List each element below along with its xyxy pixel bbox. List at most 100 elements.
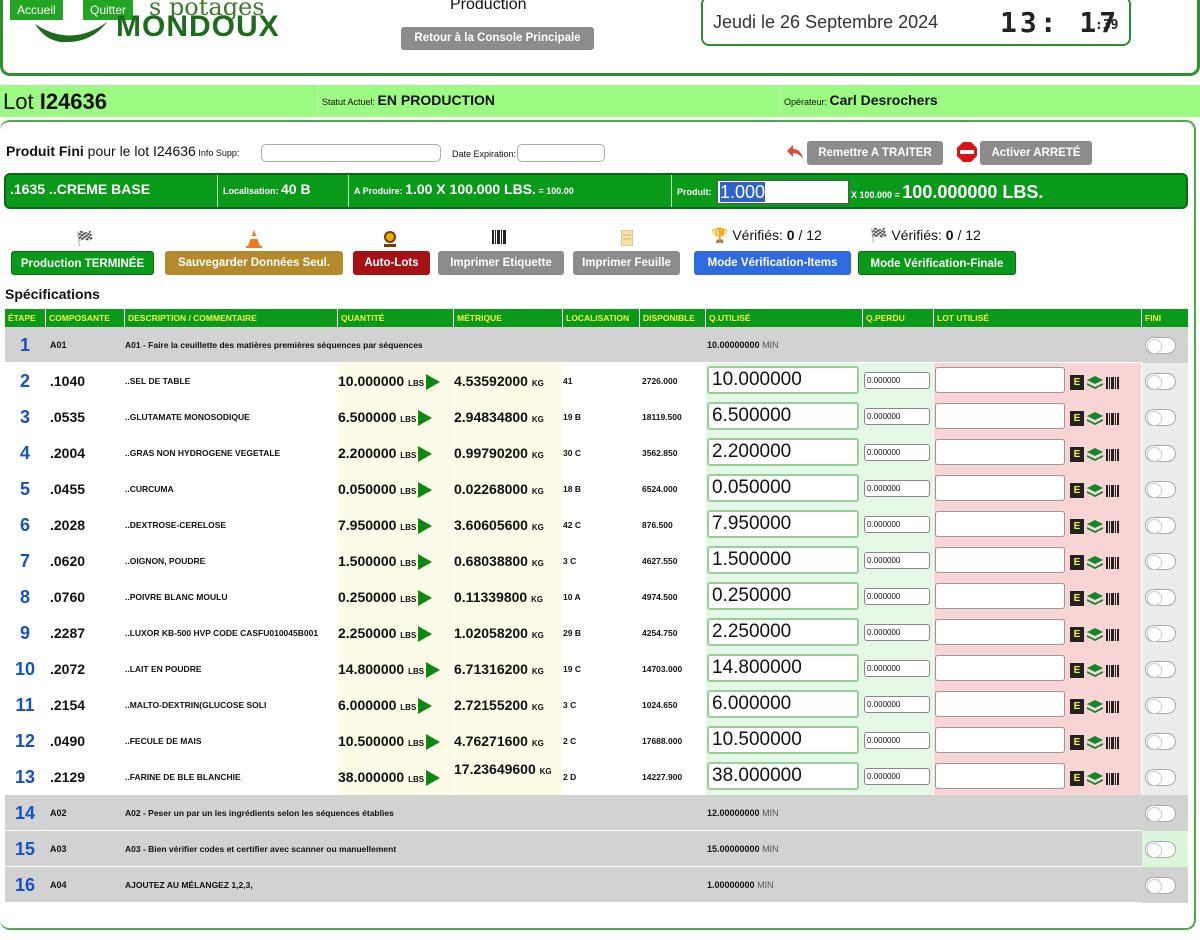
mode-verification-items-button[interactable]: Mode Vérification-Items xyxy=(694,251,851,275)
lot-edit-icon[interactable]: E xyxy=(1070,555,1084,570)
q-utilise-input[interactable]: 14.800000 xyxy=(707,654,859,682)
fini-toggle[interactable] xyxy=(1145,733,1176,750)
q-perdu-input[interactable]: 0.000000 xyxy=(864,480,930,497)
fini-toggle[interactable] xyxy=(1145,553,1176,570)
fini-toggle[interactable] xyxy=(1145,805,1176,822)
fini-toggle[interactable] xyxy=(1145,481,1176,498)
q-perdu-input[interactable]: 0.000000 xyxy=(864,660,930,677)
barcode-icon[interactable] xyxy=(1106,412,1120,425)
q-utilise-input[interactable]: 2.200000 xyxy=(707,438,859,466)
lot-utilise-input[interactable] xyxy=(935,691,1065,717)
lot-utilise-input[interactable] xyxy=(935,727,1065,753)
fini-toggle[interactable] xyxy=(1145,877,1176,894)
lot-edit-icon[interactable]: E xyxy=(1070,771,1084,786)
lot-edit-icon[interactable]: E xyxy=(1070,375,1084,390)
barcode-icon[interactable] xyxy=(1106,664,1120,677)
q-perdu-input[interactable]: 0.000000 xyxy=(864,768,930,785)
lot-edit-icon[interactable]: E xyxy=(1070,519,1084,534)
barcode-icon[interactable] xyxy=(1106,520,1120,533)
layers-icon[interactable] xyxy=(1087,771,1103,786)
barcode-icon[interactable] xyxy=(1106,592,1120,605)
lot-edit-icon[interactable]: E xyxy=(1070,735,1084,750)
fini-toggle[interactable] xyxy=(1145,409,1176,426)
sauvegarder-button[interactable]: Sauvegarder Données Seul. xyxy=(165,251,343,275)
barcode-icon[interactable] xyxy=(1106,628,1120,641)
q-perdu-input[interactable]: 0.000000 xyxy=(864,408,930,425)
fini-toggle[interactable] xyxy=(1145,589,1176,606)
lot-utilise-input[interactable] xyxy=(935,511,1065,537)
layers-icon[interactable] xyxy=(1087,519,1103,534)
q-perdu-input[interactable]: 0.000000 xyxy=(864,552,930,569)
q-utilise-input[interactable]: 2.250000 xyxy=(707,618,859,646)
layers-icon[interactable] xyxy=(1087,663,1103,678)
lot-edit-icon[interactable]: E xyxy=(1070,411,1084,426)
q-utilise-input[interactable]: 7.950000 xyxy=(707,510,859,538)
q-utilise-input[interactable]: 10.000000 xyxy=(707,366,859,394)
mode-verification-finale-button[interactable]: Mode Vérification-Finale xyxy=(858,251,1016,275)
q-perdu-input[interactable]: 0.000000 xyxy=(864,588,930,605)
layers-icon[interactable] xyxy=(1087,555,1103,570)
lot-utilise-input[interactable] xyxy=(935,655,1065,681)
q-perdu-input[interactable]: 0.000000 xyxy=(864,732,930,749)
q-utilise-input[interactable]: 6.000000 xyxy=(707,690,859,718)
q-utilise-input[interactable]: 38.000000 xyxy=(707,762,859,790)
q-perdu-input[interactable]: 0.000000 xyxy=(864,696,930,713)
layers-icon[interactable] xyxy=(1087,627,1103,642)
production-terminee-button[interactable]: Production TERMINÉE xyxy=(11,251,154,275)
q-perdu-input[interactable]: 0.000000 xyxy=(864,516,930,533)
remettre-a-traiter-button[interactable]: Remettre A TRAITER xyxy=(807,141,943,165)
lot-utilise-input[interactable] xyxy=(935,367,1065,393)
q-perdu-input[interactable]: 0.000000 xyxy=(864,372,930,389)
lot-utilise-input[interactable] xyxy=(935,403,1065,429)
lot-edit-icon[interactable]: E xyxy=(1070,699,1084,714)
fini-toggle[interactable] xyxy=(1145,517,1176,534)
q-utilise-input[interactable]: 0.050000 xyxy=(707,474,859,502)
barcode-icon[interactable] xyxy=(1106,700,1120,713)
barcode-icon[interactable] xyxy=(1106,376,1120,389)
q-perdu-input[interactable]: 0.000000 xyxy=(864,624,930,641)
imprimer-etiquette-button[interactable]: Imprimer Etiquette xyxy=(438,251,564,275)
nav-accueil-button[interactable]: Accueil xyxy=(10,0,63,20)
layers-icon[interactable] xyxy=(1087,591,1103,606)
lot-edit-icon[interactable]: E xyxy=(1070,483,1084,498)
lot-edit-icon[interactable]: E xyxy=(1070,447,1084,462)
layers-icon[interactable] xyxy=(1087,735,1103,750)
fini-toggle[interactable] xyxy=(1145,445,1176,462)
q-perdu-input[interactable]: 0.000000 xyxy=(864,444,930,461)
imprimer-feuille-button[interactable]: Imprimer Feuille xyxy=(573,251,680,275)
lot-utilise-input[interactable] xyxy=(935,547,1065,573)
layers-icon[interactable] xyxy=(1087,411,1103,426)
lot-edit-icon[interactable]: E xyxy=(1070,591,1084,606)
barcode-icon[interactable] xyxy=(1106,448,1120,461)
layers-icon[interactable] xyxy=(1087,699,1103,714)
produit-quantity-input[interactable]: 1.000 xyxy=(717,180,849,204)
info-supp-input[interactable] xyxy=(261,144,441,162)
q-utilise-input[interactable]: 6.500000 xyxy=(707,402,859,430)
lot-utilise-input[interactable] xyxy=(935,763,1065,789)
fini-toggle[interactable] xyxy=(1145,337,1176,354)
barcode-icon[interactable] xyxy=(1106,556,1120,569)
q-utilise-input[interactable]: 0.250000 xyxy=(707,582,859,610)
barcode-icon[interactable] xyxy=(1106,484,1120,497)
fini-toggle[interactable] xyxy=(1145,841,1176,858)
layers-icon[interactable] xyxy=(1087,447,1103,462)
q-utilise-input[interactable]: 1.500000 xyxy=(707,546,859,574)
fini-toggle[interactable] xyxy=(1145,661,1176,678)
q-utilise-input[interactable]: 10.500000 xyxy=(707,726,859,754)
lot-edit-icon[interactable]: E xyxy=(1070,627,1084,642)
lot-utilise-input[interactable] xyxy=(935,475,1065,501)
layers-icon[interactable] xyxy=(1087,483,1103,498)
lot-edit-icon[interactable]: E xyxy=(1070,663,1084,678)
fini-toggle[interactable] xyxy=(1145,769,1176,786)
expiration-date-input[interactable] xyxy=(517,144,605,162)
fini-toggle[interactable] xyxy=(1145,625,1176,642)
auto-lots-button[interactable]: Auto-Lots xyxy=(353,251,430,275)
lot-utilise-input[interactable] xyxy=(935,583,1065,609)
barcode-icon[interactable] xyxy=(1106,736,1120,749)
barcode-icon[interactable] xyxy=(1106,772,1120,785)
fini-toggle[interactable] xyxy=(1145,697,1176,714)
return-console-button[interactable]: Retour à la Console Principale xyxy=(401,27,594,50)
lot-utilise-input[interactable] xyxy=(935,619,1065,645)
fini-toggle[interactable] xyxy=(1145,373,1176,390)
activer-arrete-button[interactable]: Activer ARRETÉ xyxy=(980,141,1092,165)
